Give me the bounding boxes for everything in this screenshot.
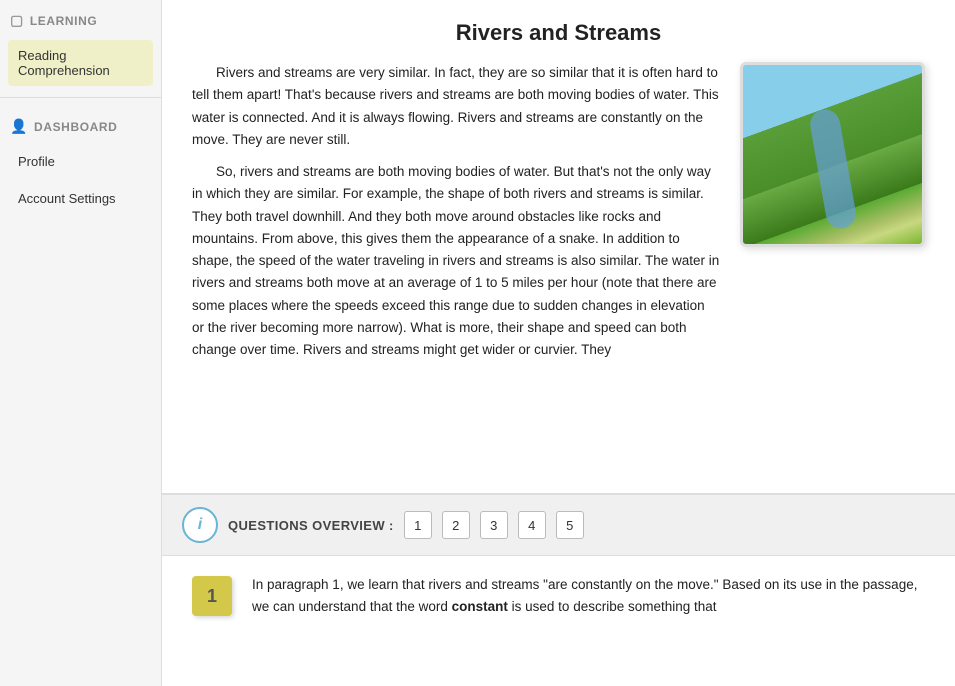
question-num-2-button[interactable]: 2 — [442, 511, 470, 539]
sidebar-item-reading-comprehension[interactable]: Reading Comprehension — [8, 40, 153, 86]
question-area[interactable]: 1 In paragraph 1, we learn that rivers a… — [162, 556, 955, 686]
passage-image — [740, 62, 925, 247]
question-bold-word: constant — [452, 599, 508, 614]
dashboard-section-header: 👤 DASHBOARD — [0, 106, 161, 143]
info-circle-button[interactable]: i — [182, 507, 218, 543]
learning-section-header: ▢ LEARNING — [0, 0, 161, 37]
passage-image-container — [740, 62, 925, 371]
question-num-3-button[interactable]: 3 — [480, 511, 508, 539]
sidebar-item-profile[interactable]: Profile — [8, 146, 153, 177]
passage-paragraph-2: So, rivers and streams are both moving b… — [192, 161, 720, 361]
sidebar-divider-1 — [0, 97, 161, 98]
question-badge: 1 — [192, 576, 232, 616]
learning-header-label: LEARNING — [30, 14, 97, 28]
sidebar: ▢ LEARNING Reading Comprehension 👤 DASHB… — [0, 0, 162, 686]
main-area: Rivers and Streams Rivers and streams ar… — [162, 0, 955, 686]
passage-content: Rivers and streams are very similar. In … — [192, 62, 925, 371]
questions-overview-label: QUESTIONS OVERVIEW : — [228, 518, 394, 533]
question-text-after-bold: is used to describe something that — [508, 599, 717, 614]
dashboard-header-label: DASHBOARD — [34, 120, 117, 134]
passage-area[interactable]: Rivers and Streams Rivers and streams ar… — [162, 0, 955, 495]
question-num-5-button[interactable]: 5 — [556, 511, 584, 539]
passage-text: Rivers and streams are very similar. In … — [192, 62, 720, 371]
passage-title: Rivers and Streams — [192, 20, 925, 46]
learning-icon: ▢ — [10, 12, 24, 29]
sidebar-item-account-settings[interactable]: Account Settings — [8, 183, 153, 214]
dashboard-icon: 👤 — [10, 118, 28, 135]
question-num-1-button[interactable]: 1 — [404, 511, 432, 539]
question-text: In paragraph 1, we learn that rivers and… — [252, 574, 925, 617]
questions-bar: i QUESTIONS OVERVIEW : 1 2 3 4 5 — [162, 495, 955, 556]
passage-paragraph-1: Rivers and streams are very similar. In … — [192, 62, 720, 151]
question-num-4-button[interactable]: 4 — [518, 511, 546, 539]
